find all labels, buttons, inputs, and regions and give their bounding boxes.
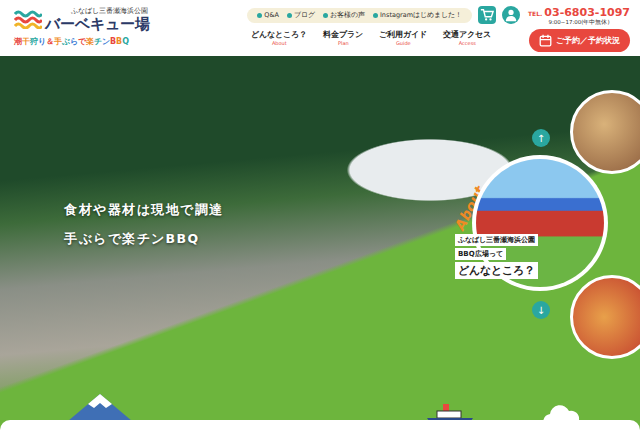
header-right: Q&A ブログお客様の声 Instagramはじめました！ どんなところ？ Abou… [247,6,630,56]
main-nav: どんなところ？ About 料金プラン Plan ご利用ガイド Guide 交通アクセ… [247,30,520,46]
top-link[interactable]: Instagramはじめました！ [373,11,462,20]
cart-icon [480,8,494,22]
footer-wave [0,420,640,430]
top-link[interactable]: Q&A [257,11,279,20]
cart-button[interactable] [478,6,496,24]
scroll-down-button[interactable]: ↓ [532,301,550,319]
about-line: BBQ広場って [455,248,506,260]
logo-title: バーベキュー場 [45,16,150,33]
dot-icon [323,13,328,18]
phone-number[interactable]: TEL.03-6803-1097 [528,6,630,19]
logo[interactable]: ふなばし三番瀬海浜公園 バーベキュー場 潮干狩り＆手ぶらで楽チンBBQ [14,6,150,56]
hero-line: 食材や器材は現地で調達 [64,202,224,219]
nav-item[interactable]: どんなところ？ About [251,30,307,46]
dot-icon [257,13,262,18]
logo-park: ふなばし三番瀬海浜公園 [45,6,150,16]
hero-line: 手ぶらで楽チンBBQ [64,231,224,248]
user-icon [504,8,518,22]
nav-item[interactable]: 交通アクセス Access [443,30,491,46]
reserve-button[interactable]: ご予約／予約状況 [529,29,630,52]
hero: 食材や器材は現地で調達手ぶらで楽チンBBQ ↑ ↓ About ふなばし三番瀬海… [0,50,640,430]
nav-item[interactable]: 料金プラン Plan [323,30,363,46]
top-links: Q&A ブログお客様の声 Instagramはじめました！ [247,8,472,23]
dot-icon [373,13,378,18]
top-link[interactable]: お客様の声 [323,11,365,20]
nav-item[interactable]: ご利用ガイド Guide [379,30,427,46]
scroll-up-button[interactable]: ↑ [532,129,550,147]
opening-hours: 9:00~17:00(年中無休) [548,19,609,26]
about-question: どんなところ？ [455,262,538,279]
user-button[interactable] [502,6,520,24]
about-labels[interactable]: ふなばし三番瀬海浜公園 BBQ広場って どんなところ？ [455,234,538,279]
hero-copy: 食材や器材は現地で調達手ぶらで楽チンBBQ [64,202,224,248]
tagline: 潮干狩り＆手ぶらで楽チンBBQ [14,36,150,47]
top-link[interactable]: ブログ [287,11,315,20]
header: ふなばし三番瀬海浜公園 バーベキュー場 潮干狩り＆手ぶらで楽チンBBQ Q&A ブ… [0,0,640,56]
wave-icon [14,9,42,29]
page: ふなばし三番瀬海浜公園 バーベキュー場 潮干狩り＆手ぶらで楽チンBBQ Q&A ブ… [0,0,640,430]
about-line: ふなばし三番瀬海浜公園 [455,234,538,246]
calendar-icon [539,34,552,47]
dot-icon [287,13,292,18]
